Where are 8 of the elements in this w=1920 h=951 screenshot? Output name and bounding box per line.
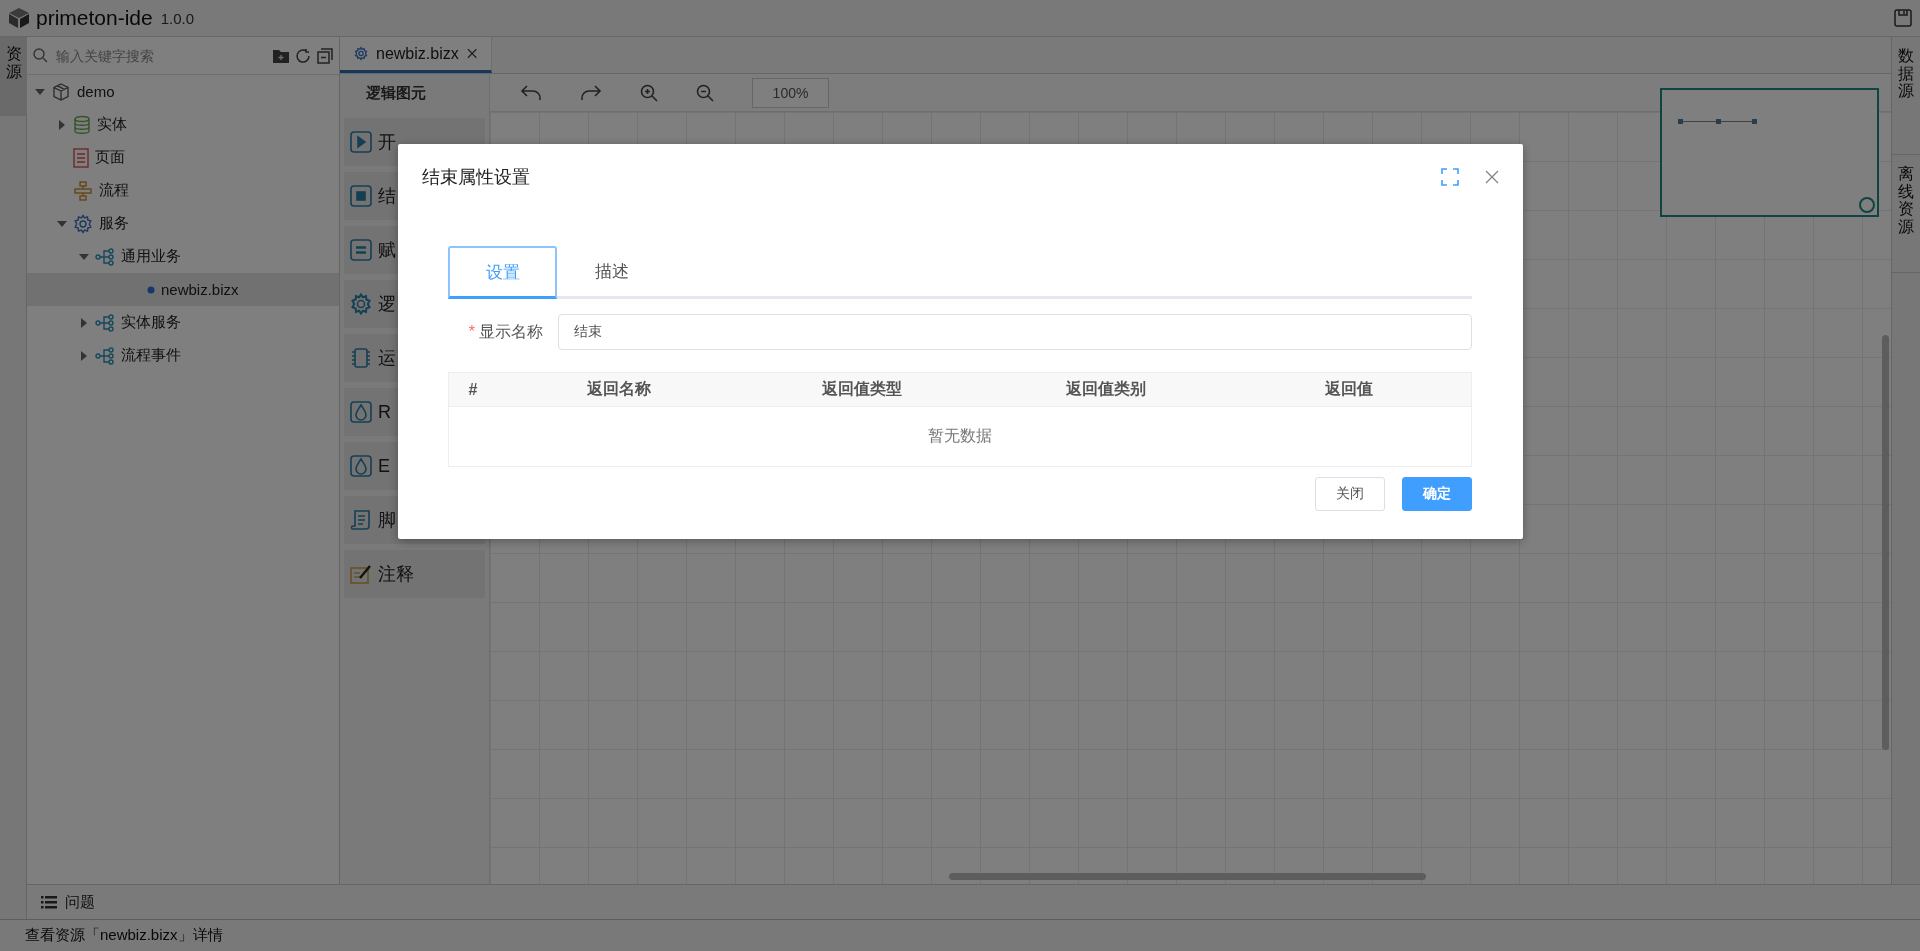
palette-title: 逻辑图元	[365, 82, 427, 103]
empty-message: 暂无数据	[928, 426, 992, 446]
required-mark: *	[468, 322, 475, 340]
status-text: 查看资源「newbiz.bizx」详情	[25, 926, 223, 945]
app-name: primeton-ide	[36, 6, 153, 30]
app-version: 1.0.0	[160, 9, 195, 27]
dialog-title: 结束属性设置	[422, 166, 531, 189]
field-label: 显示名称	[479, 322, 543, 340]
